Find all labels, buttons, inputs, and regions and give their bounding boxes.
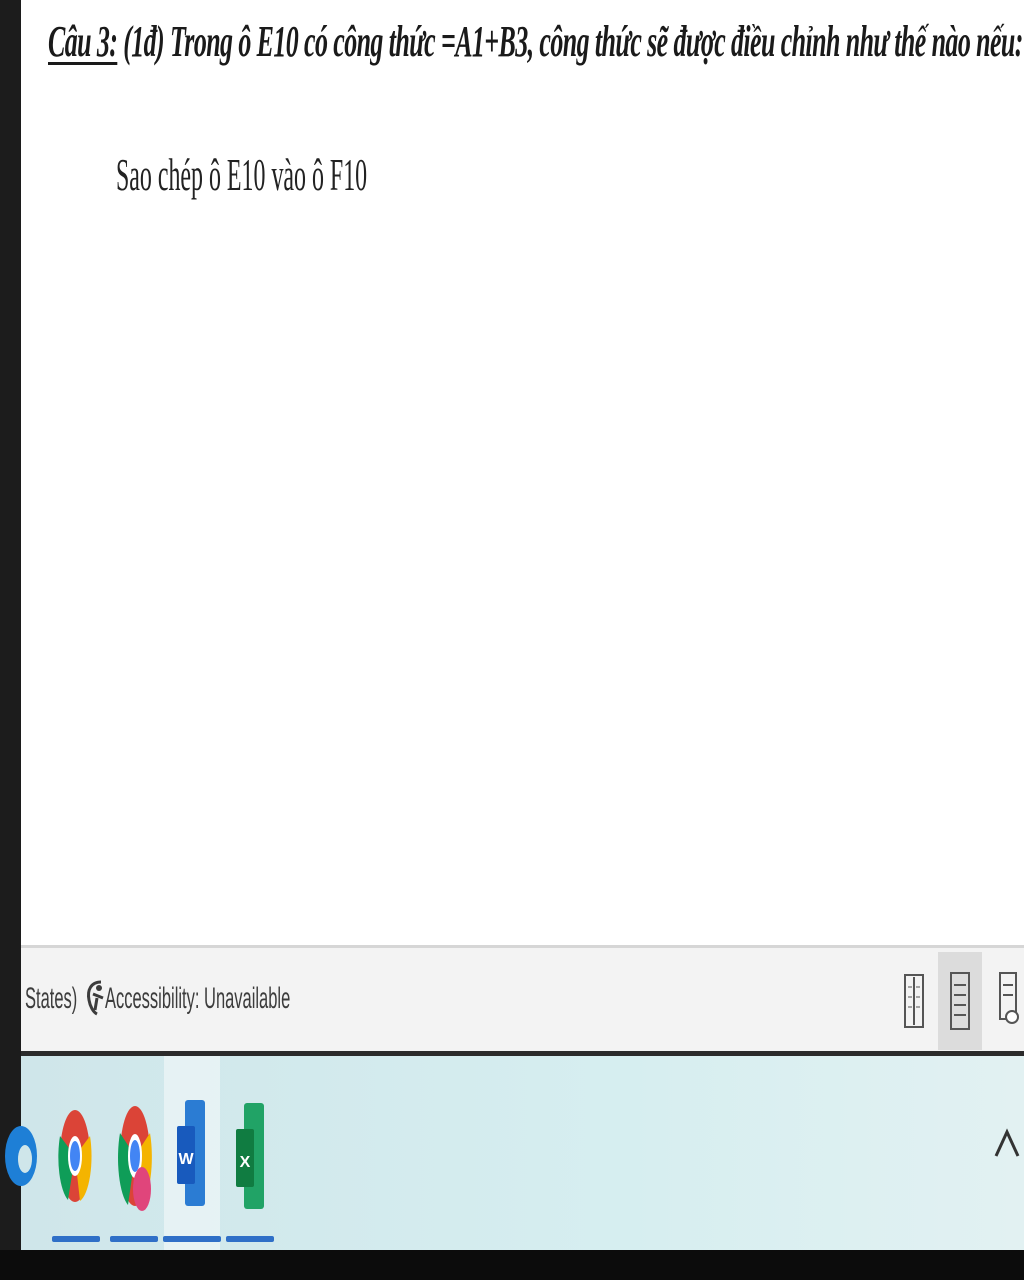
web-layout-button[interactable] bbox=[987, 952, 1024, 1050]
web-layout-icon bbox=[999, 972, 1019, 1024]
edge-button[interactable] bbox=[0, 1096, 49, 1216]
svg-text:X: X bbox=[240, 1154, 251, 1171]
answer-line: Sao chép ô E10 vào ô F10 bbox=[116, 149, 368, 200]
accessibility-status[interactable]: Accessibility: Unavailable bbox=[105, 982, 290, 1016]
taskbar: W X bbox=[5, 1056, 1024, 1250]
excel-button[interactable]: X bbox=[223, 1096, 279, 1216]
question-heading: Câu 3: (1đ) Trong ô E10 có công thức =A1… bbox=[48, 17, 1023, 66]
print-layout-button[interactable] bbox=[938, 952, 982, 1050]
word-button[interactable]: W bbox=[164, 1056, 220, 1250]
chrome-profile-button[interactable] bbox=[107, 1096, 163, 1216]
chrome-running-indicator bbox=[52, 1236, 100, 1242]
word-running-indicator bbox=[163, 1236, 221, 1242]
chrome-icon bbox=[58, 1110, 92, 1202]
question-label: Câu 3: bbox=[48, 17, 118, 66]
print-layout-icon bbox=[950, 972, 970, 1030]
question-text: (1đ) Trong ô E10 có công thức =A1+B3, cô… bbox=[117, 17, 1023, 66]
document-page[interactable]: Câu 3: (1đ) Trong ô E10 có công thức =A1… bbox=[21, 0, 1024, 945]
screen-bottom-edge bbox=[0, 1250, 1024, 1280]
chrome-profile-running-indicator bbox=[110, 1236, 158, 1242]
chrome-button[interactable] bbox=[47, 1096, 103, 1216]
svg-text:W: W bbox=[178, 1151, 194, 1168]
chrome-profile-icon bbox=[118, 1106, 152, 1211]
word-icon: W bbox=[177, 1100, 205, 1206]
language-status[interactable]: States) bbox=[25, 982, 77, 1016]
excel-running-indicator bbox=[226, 1236, 274, 1242]
edge-icon bbox=[5, 1126, 37, 1186]
status-bar: States) Accessibility: Unavailable bbox=[21, 945, 1024, 1051]
chevron-up-icon[interactable] bbox=[992, 1124, 1022, 1164]
window-left-edge bbox=[0, 0, 21, 1250]
read-mode-button[interactable] bbox=[892, 952, 936, 1050]
accessibility-icon[interactable] bbox=[83, 976, 107, 1020]
read-mode-icon bbox=[904, 974, 924, 1028]
excel-icon: X bbox=[236, 1103, 264, 1209]
